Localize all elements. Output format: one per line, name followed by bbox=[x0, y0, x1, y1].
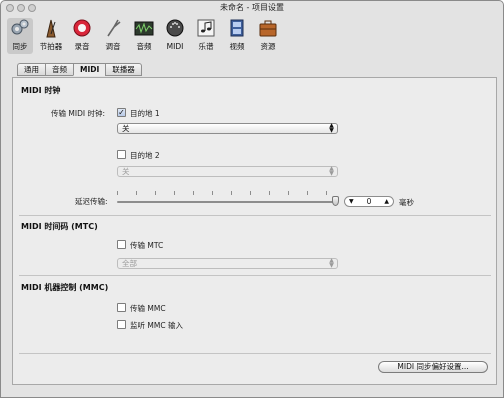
toolbar-item-sync[interactable]: 同步 bbox=[7, 18, 33, 54]
section-divider bbox=[19, 353, 491, 354]
midi-sync-preferences-button[interactable]: MIDI 同步偏好设置... bbox=[378, 361, 488, 373]
toolbar-label-metronome: 节拍器 bbox=[39, 42, 63, 51]
audio-waveform-icon bbox=[134, 21, 154, 36]
metronome-icon bbox=[46, 19, 56, 38]
briefcase-icon bbox=[259, 20, 277, 37]
toolbar-item-video[interactable]: 视频 bbox=[224, 18, 250, 54]
window-title: 未命名 - 项目设置 bbox=[220, 3, 284, 12]
transmit-mtc-checkbox[interactable] bbox=[117, 240, 126, 249]
stepper-up-icon[interactable]: ▲ bbox=[384, 197, 389, 206]
select-arrows-icon: ▲ ▼ bbox=[329, 122, 334, 134]
slider-tick bbox=[155, 191, 156, 195]
toolbar-item-tuning[interactable]: 调音 bbox=[100, 18, 126, 54]
slider-tick bbox=[326, 191, 327, 195]
destination-2-select[interactable]: 关 ▲ ▼ bbox=[117, 166, 338, 177]
toolbar-item-assets[interactable]: 资源 bbox=[255, 18, 281, 54]
project-settings-window: 未命名 - 项目设置 同步 节拍器 录音 调音 音频 MIDI 乐谱 视频 资源… bbox=[0, 0, 504, 398]
slider-tick bbox=[136, 191, 137, 195]
slider-tick bbox=[117, 191, 118, 195]
settings-toolbar: 同步 节拍器 录音 调音 音频 MIDI 乐谱 视频 资源 bbox=[5, 18, 499, 56]
toolbar-label-video: 视频 bbox=[229, 42, 245, 51]
transmit-mmc-checkbox[interactable] bbox=[117, 303, 126, 312]
delay-transmission-label: 延迟传输: bbox=[75, 197, 108, 206]
toolbar-label-audio: 音频 bbox=[136, 42, 152, 51]
title-bar: 未命名 - 项目设置 bbox=[1, 1, 503, 15]
video-film-icon bbox=[230, 19, 244, 37]
toolbar-label-sync: 同步 bbox=[12, 42, 28, 51]
midi-connector-icon bbox=[166, 19, 184, 37]
toolbar-label-midi: MIDI bbox=[166, 42, 184, 51]
section-divider bbox=[19, 215, 491, 216]
delay-value-stepper[interactable]: ▼ 0 ▲ bbox=[344, 196, 394, 207]
slider-tick bbox=[193, 191, 194, 195]
toolbar-label-score: 乐谱 bbox=[198, 42, 214, 51]
toolbar-item-record[interactable]: 录音 bbox=[69, 18, 95, 54]
destination-1-select[interactable]: 关 ▲ ▼ bbox=[117, 123, 338, 134]
mtc-select[interactable]: 全部 ▲ ▼ bbox=[117, 258, 338, 269]
destination-2-label: 目的地 2 bbox=[130, 151, 160, 160]
toolbar-label-assets: 资源 bbox=[260, 42, 276, 51]
mmc-section-title: MIDI 机器控制 (MMC) bbox=[21, 283, 109, 292]
slider-tick bbox=[307, 191, 308, 195]
zoom-window-button[interactable] bbox=[28, 4, 36, 12]
mtc-section-title: MIDI 时间码 (MTC) bbox=[21, 222, 98, 231]
tab-midi[interactable]: MIDI bbox=[73, 63, 106, 76]
transmit-midi-clock-label: 传输 MIDI 时钟: bbox=[51, 109, 105, 118]
slider-tick bbox=[269, 191, 270, 195]
minimize-window-button[interactable] bbox=[17, 4, 25, 12]
score-notes-icon bbox=[197, 19, 215, 37]
delay-slider-knob[interactable] bbox=[332, 196, 339, 206]
toolbar-item-score[interactable]: 乐谱 bbox=[193, 18, 219, 54]
mtc-select-value: 全部 bbox=[122, 259, 137, 268]
tab-sync-link[interactable]: 联播器 bbox=[105, 63, 142, 76]
select-arrows-icon: ▲ ▼ bbox=[329, 257, 334, 269]
stepper-down-icon[interactable]: ▼ bbox=[349, 197, 354, 206]
listen-mmc-input-label: 监听 MMC 输入 bbox=[130, 321, 183, 330]
destination-2-checkbox[interactable] bbox=[117, 150, 126, 159]
transmit-mtc-label: 传输 MTC bbox=[130, 241, 164, 250]
toolbar-label-tuning: 调音 bbox=[105, 42, 121, 51]
record-icon bbox=[73, 19, 91, 37]
listen-mmc-input-checkbox[interactable] bbox=[117, 320, 126, 329]
sync-gears-icon bbox=[11, 19, 29, 35]
destination-1-label: 目的地 1 bbox=[130, 109, 160, 118]
section-divider bbox=[19, 275, 491, 276]
destination-2-value: 关 bbox=[122, 167, 130, 176]
slider-tick bbox=[250, 191, 251, 195]
slider-tick bbox=[174, 191, 175, 195]
midi-settings-panel: MIDI 时钟 传输 MIDI 时钟: ✓ 目的地 1 关 ▲ ▼ 目的地 2 关… bbox=[12, 77, 497, 385]
delay-slider-track[interactable] bbox=[117, 201, 337, 203]
slider-tick bbox=[212, 191, 213, 195]
select-arrows-icon: ▲ ▼ bbox=[329, 165, 334, 177]
close-window-button[interactable] bbox=[6, 4, 14, 12]
toolbar-item-midi[interactable]: MIDI bbox=[162, 18, 188, 54]
slider-tick bbox=[288, 191, 289, 195]
tab-general[interactable]: 通用 bbox=[17, 63, 45, 76]
destination-1-value: 关 bbox=[122, 124, 130, 133]
toolbar-item-metronome[interactable]: 节拍器 bbox=[38, 18, 64, 54]
delay-unit-label: 毫秒 bbox=[399, 198, 414, 207]
delay-value: 0 bbox=[366, 197, 372, 206]
transmit-mmc-label: 传输 MMC bbox=[130, 304, 166, 313]
tuning-fork-icon bbox=[107, 19, 121, 37]
tab-audio[interactable]: 音频 bbox=[45, 63, 73, 76]
toolbar-item-audio[interactable]: 音频 bbox=[131, 18, 157, 54]
midi-clock-section-title: MIDI 时钟 bbox=[21, 86, 61, 95]
slider-tick bbox=[231, 191, 232, 195]
toolbar-label-record: 录音 bbox=[74, 42, 90, 51]
tab-bar: 通用 音频 MIDI 联播器 bbox=[17, 63, 142, 77]
destination-1-checkbox[interactable]: ✓ bbox=[117, 108, 126, 117]
